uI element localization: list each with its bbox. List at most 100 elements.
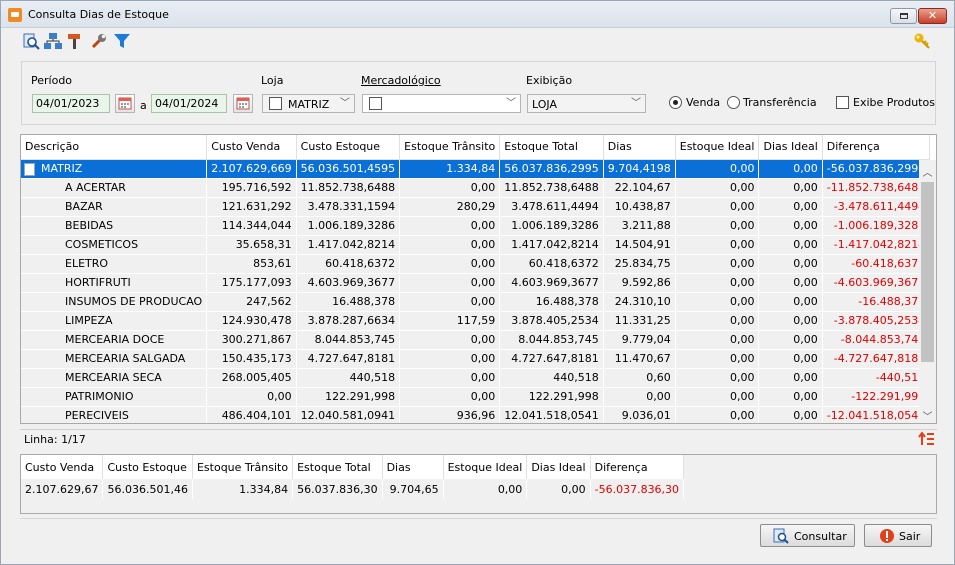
row-description-cell: A ACERTAR (21, 178, 208, 198)
table-cell: 0,00 (399, 216, 501, 236)
table-cell: 121.631,292 (206, 197, 297, 217)
table-cell: 3.878.287,6634 (296, 311, 401, 331)
grid-header-cell[interactable]: Diferença (822, 135, 931, 160)
table-row[interactable]: ELETRO 853,61 60.418,6372 0,00 60.418,6372 25… (21, 254, 931, 274)
table-cell: 14.504,91 (603, 235, 676, 255)
totals-header-row: Custo Venda Custo Estoque Estoque Trânsito… (21, 455, 685, 479)
venda-radio[interactable] (669, 96, 682, 109)
title-bar[interactable]: Consulta Dias de Estoque ✕ (1, 1, 954, 28)
mercadologico-checkbox[interactable] (369, 97, 382, 110)
scroll-down-icon[interactable]: ﹀ (919, 408, 936, 423)
expand-tree-icon[interactable] (918, 431, 934, 446)
hammer-icon[interactable] (67, 32, 85, 50)
row-description-cell: PERECIVEIS (21, 406, 208, 423)
totals-header-cell: Custo Venda (21, 455, 104, 479)
grid-header-cell[interactable]: Dias Ideal (758, 135, 823, 160)
table-row[interactable]: LIMPEZA 124.930,478 3.878.287,6634 117,59 3.… (21, 311, 931, 331)
table-cell: 4.727.647,8181 (499, 349, 604, 369)
filter-icon[interactable] (113, 32, 131, 50)
mercadologico-select[interactable]: ﹀ (362, 94, 521, 113)
table-cell: 8.044.853,745 (499, 330, 604, 350)
totals-panel: Custo Venda Custo Estoque Estoque Trânsito… (20, 454, 937, 514)
filter-panel: Período 04/01/2023 a 04/01/2024 Loja MAT… (21, 61, 936, 125)
loja-select[interactable]: MATRIZ ﹀ (262, 94, 355, 113)
totals-header-cell: Estoque Total (292, 455, 383, 479)
table-row[interactable]: INSUMOS DE PRODUCAO 247,562 16.488,378 0,00… (21, 292, 931, 312)
restore-button[interactable] (890, 8, 917, 24)
table-cell: 0,00 (758, 197, 823, 217)
periodo-label: Período (31, 74, 73, 87)
loja-checkbox[interactable] (269, 97, 282, 110)
table-row[interactable]: BEBIDAS 114.344,044 1.006.189,3286 0,00 1.00… (21, 216, 931, 236)
totals-value-cell: 56.037.836,30 (292, 479, 383, 499)
table-cell: 150.435,173 (206, 349, 297, 369)
scrollbar-thumb[interactable] (921, 182, 934, 362)
table-row[interactable]: A ACERTAR 195.716,592 11.852.738,6488 0,00 1… (21, 178, 931, 198)
table-cell: 0,00 (675, 159, 760, 179)
table-cell: 0,00 (675, 311, 760, 331)
totals-value-cell: -56.037.836,30 (590, 479, 685, 499)
consultar-button[interactable]: Consultar (760, 524, 855, 547)
table-cell: 4.727.647,8181 (296, 349, 401, 369)
table-cell: 35.658,31 (206, 235, 297, 255)
exibicao-select[interactable]: LOJA ﹀ (527, 94, 646, 113)
totals-header-cell: Dias Ideal (526, 455, 591, 479)
calendar-from-button[interactable] (115, 94, 135, 113)
grid-header-cell[interactable]: Custo Estoque (296, 135, 401, 160)
search-document-icon[interactable] (22, 32, 40, 50)
vertical-scrollbar[interactable]: ︿ ﹀ (919, 160, 936, 423)
table-cell: 1.006.189,3286 (296, 216, 401, 236)
wrench-icon[interactable] (90, 32, 108, 50)
table-cell: 0,00 (206, 387, 297, 407)
key-icon[interactable] (913, 32, 931, 50)
table-row[interactable]: COSMETICOS 35.658,31 1.417.042,8214 0,00 1.4… (21, 235, 931, 255)
totals-header-cell: Estoque Trânsito (192, 455, 294, 479)
sair-button[interactable]: Sair (864, 524, 932, 547)
table-cell: 3.878.405,2534 (499, 311, 604, 331)
network-icon[interactable] (44, 32, 62, 50)
totals-value-cell: 0,00 (443, 479, 528, 499)
calendar-to-button[interactable] (233, 94, 253, 113)
table-cell: 60.418,6372 (499, 254, 604, 274)
table-cell: -16.488,378 (822, 292, 931, 312)
venda-label: Venda (686, 96, 721, 109)
table-cell: 11.470,67 (603, 349, 676, 369)
date-to-input[interactable]: 04/01/2024 (151, 94, 227, 113)
table-row[interactable]: BAZAR 121.631,292 3.478.331,1594 280,29 3.47… (21, 197, 931, 217)
table-cell: 16.488,378 (499, 292, 604, 312)
table-cell: 0,00 (758, 178, 823, 198)
table-cell: 1.334,84 (399, 159, 501, 179)
grid-header-cell[interactable]: Estoque Ideal (675, 135, 760, 160)
close-icon: ✕ (927, 9, 938, 22)
table-row[interactable]: HORTIFRUTI 175.177,093 4.603.969,3677 0,00 4… (21, 273, 931, 293)
table-row[interactable]: MERCEARIA SALGADA 150.435,173 4.727.647,81… (21, 349, 931, 369)
grid-header-cell[interactable]: Custo Venda (206, 135, 297, 160)
table-row[interactable]: MERCEARIA SECA 268.005,405 440,518 0,00 440,… (21, 368, 931, 388)
grid-header-row: Descrição Custo Venda Custo Estoque Estoque… (21, 135, 931, 160)
table-row[interactable]: PERECIVEIS 486.404,101 12.040.581,0941 936,… (21, 406, 931, 423)
exibicao-label: Exibição (526, 74, 573, 87)
table-cell: 3.211,88 (603, 216, 676, 236)
table-cell: 247,562 (206, 292, 297, 312)
results-grid[interactable]: Descrição Custo Venda Custo Estoque Estoque… (20, 134, 937, 424)
table-cell: 175.177,093 (206, 273, 297, 293)
grid-header-cell[interactable]: Estoque Trânsito (399, 135, 501, 160)
totals-values-row: 2.107.629,67 56.036.501,46 1.334,84 56.037.… (21, 479, 685, 499)
grid-header-cell[interactable]: Descrição (21, 135, 208, 160)
date-from-input[interactable]: 04/01/2023 (32, 94, 110, 113)
status-bar: Linha: 1/17 (20, 429, 937, 446)
grid-header-cell[interactable]: Dias (603, 135, 676, 160)
grid-header-cell[interactable]: Estoque Total (499, 135, 604, 160)
transferencia-radio[interactable] (727, 96, 740, 109)
table-cell: 1.417.042,8214 (499, 235, 604, 255)
chevron-down-icon: ﹀ (340, 98, 350, 109)
table-row[interactable]: MERCEARIA DOCE 300.271,867 8.044.853,745 0,… (21, 330, 931, 350)
exibe-produtos-checkbox[interactable] (836, 96, 849, 109)
close-button[interactable]: ✕ (918, 8, 947, 24)
table-cell: 0,00 (675, 254, 760, 274)
scroll-up-icon[interactable]: ︿ (919, 164, 936, 179)
table-row[interactable]: PATRIMONIO 0,00 122.291,998 0,00 122.291,998… (21, 387, 931, 407)
calendar-icon (118, 97, 132, 110)
table-cell: 0,00 (399, 368, 501, 388)
selected-table-row[interactable]: MATRIZ 2.107.629,669 56.036.501,4595 1.334,… (21, 159, 931, 179)
